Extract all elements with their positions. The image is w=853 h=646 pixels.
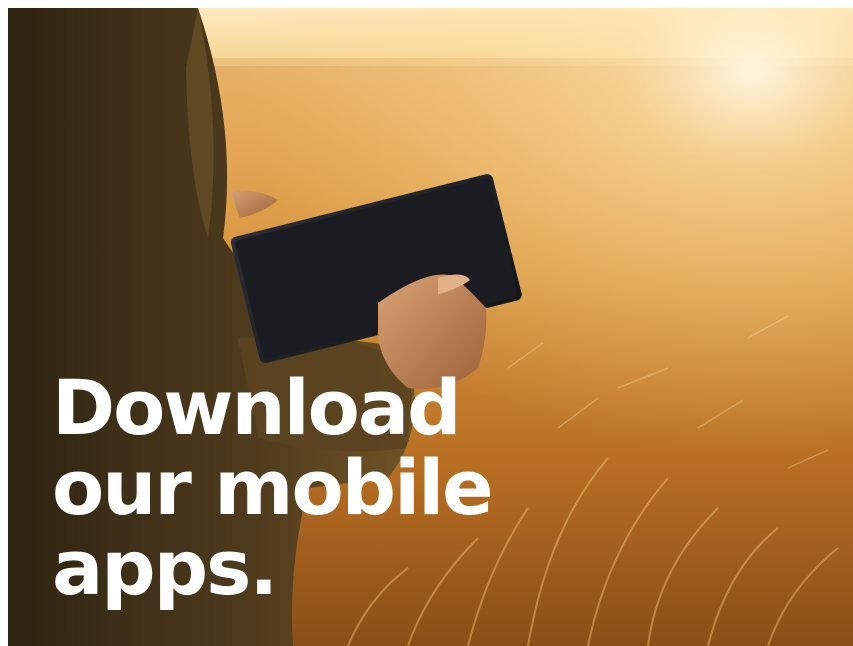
hero-banner: Download our mobile apps. <box>8 8 853 646</box>
headline-line-1: Download <box>52 363 462 452</box>
headline-line-2: our mobile <box>52 443 494 532</box>
headline-line-3: apps. <box>52 523 278 612</box>
download-apps-headline: Download our mobile apps. <box>52 368 572 608</box>
